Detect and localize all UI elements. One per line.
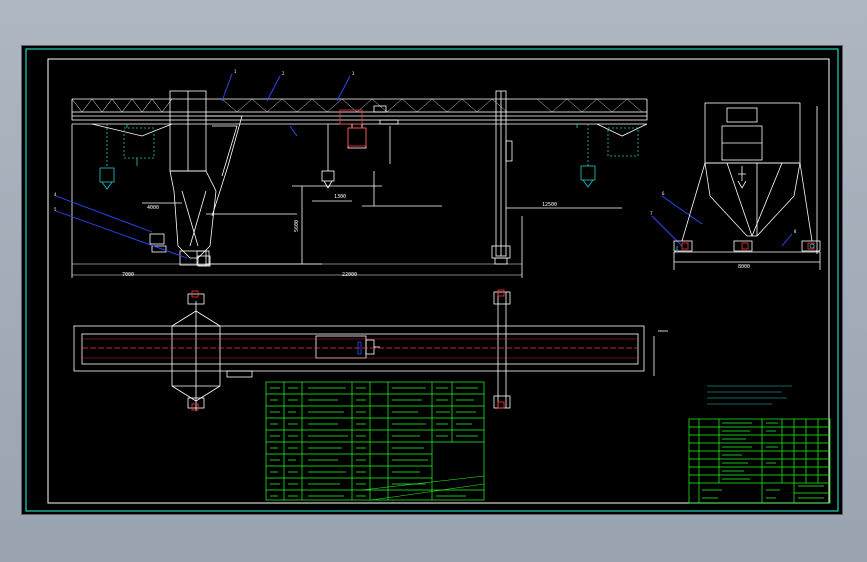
callout-leaders [55,73,793,259]
balloon-8: 8 [794,229,797,234]
dim-side-base: 8000 [738,264,750,270]
dim-plan-width: 12500 [542,202,557,208]
plan-trolley [315,335,367,359]
technical-notes [707,385,792,405]
parameter-table [265,381,485,501]
cad-viewport[interactable]: 7000 22000 4000 5600 1300 12500 8000 1 2… [22,46,842,514]
crane-drawing: 7000 22000 4000 5600 1300 12500 8000 1 2… [25,48,839,512]
rigid-leg-body [169,170,217,259]
callout-numbers: 1 2 3 4 5 6 7 8 [54,69,797,234]
dim-side-width: 4000 [147,205,159,211]
dim-main-span: 22000 [342,272,357,278]
trolley-frame [704,102,801,164]
balloon-7: 7 [650,211,653,216]
balloon-1: 1 [234,69,237,74]
cyan-hooks [99,124,639,190]
balloon-6: 6 [662,191,665,196]
dim-leg-height: 1300 [334,194,346,200]
dim-left-span: 7000 [122,272,134,278]
balloon-2: 2 [282,71,285,76]
elevation-view [71,90,648,278]
dim-hook-height: 5600 [294,220,300,232]
plan-view [73,291,668,411]
plan-colored [82,289,638,411]
side-hopper [704,162,801,237]
side-view [673,102,821,270]
balloon-3: 3 [352,71,355,76]
